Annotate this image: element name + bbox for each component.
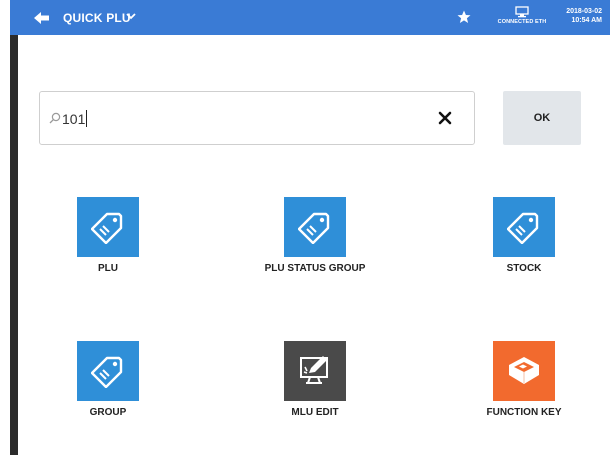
search-value: 101 xyxy=(62,111,86,127)
search-field[interactable]: 101 xyxy=(39,91,475,145)
tile-mlu-edit[interactable]: MLU EDIT xyxy=(245,341,385,431)
tile-label: PLU xyxy=(98,263,118,274)
tag-icon xyxy=(77,341,139,401)
page-title[interactable]: QUICK PLU xyxy=(63,11,131,25)
connection-label: CONNECTED ETH xyxy=(497,19,547,25)
edit-monitor-icon xyxy=(284,341,346,401)
tile-label: MLU EDIT xyxy=(291,407,339,418)
tile-label: FUNCTION KEY xyxy=(486,407,562,418)
tile-plu-status-group[interactable]: PLU STATUS GROUP xyxy=(245,197,385,287)
search-icon xyxy=(49,112,61,124)
date-text: 2018-03-02 xyxy=(566,8,602,15)
ok-button[interactable]: OK xyxy=(503,91,581,145)
datetime: 2018-03-02 10:54 AM xyxy=(566,7,602,25)
tile-label: PLU STATUS GROUP xyxy=(264,263,366,274)
back-arrow-icon[interactable] xyxy=(32,10,52,26)
chevron-down-icon[interactable] xyxy=(126,11,136,21)
tag-icon xyxy=(493,197,555,257)
tile-stock[interactable]: STOCK xyxy=(454,197,594,287)
tile-function-key[interactable]: FUNCTION KEY xyxy=(454,341,594,431)
tile-label: STOCK xyxy=(506,263,542,274)
top-bar: QUICK PLU CONNECTED ETH 2018-03-02 10:54… xyxy=(10,0,610,35)
tag-icon xyxy=(77,197,139,257)
tag-icon xyxy=(284,197,346,257)
close-icon[interactable] xyxy=(438,111,452,125)
tile-label: GROUP xyxy=(89,407,127,418)
text-caret xyxy=(86,110,88,127)
tile-group[interactable]: GROUP xyxy=(38,341,178,431)
ethernet-icon xyxy=(515,6,529,18)
time-text: 10:54 AM xyxy=(571,17,602,24)
connection-status: CONNECTED ETH xyxy=(487,6,557,32)
star-icon[interactable] xyxy=(457,10,471,24)
function-key-icon xyxy=(493,341,555,401)
search-input[interactable]: 101 xyxy=(62,110,88,127)
tile-plu[interactable]: PLU xyxy=(38,197,178,287)
